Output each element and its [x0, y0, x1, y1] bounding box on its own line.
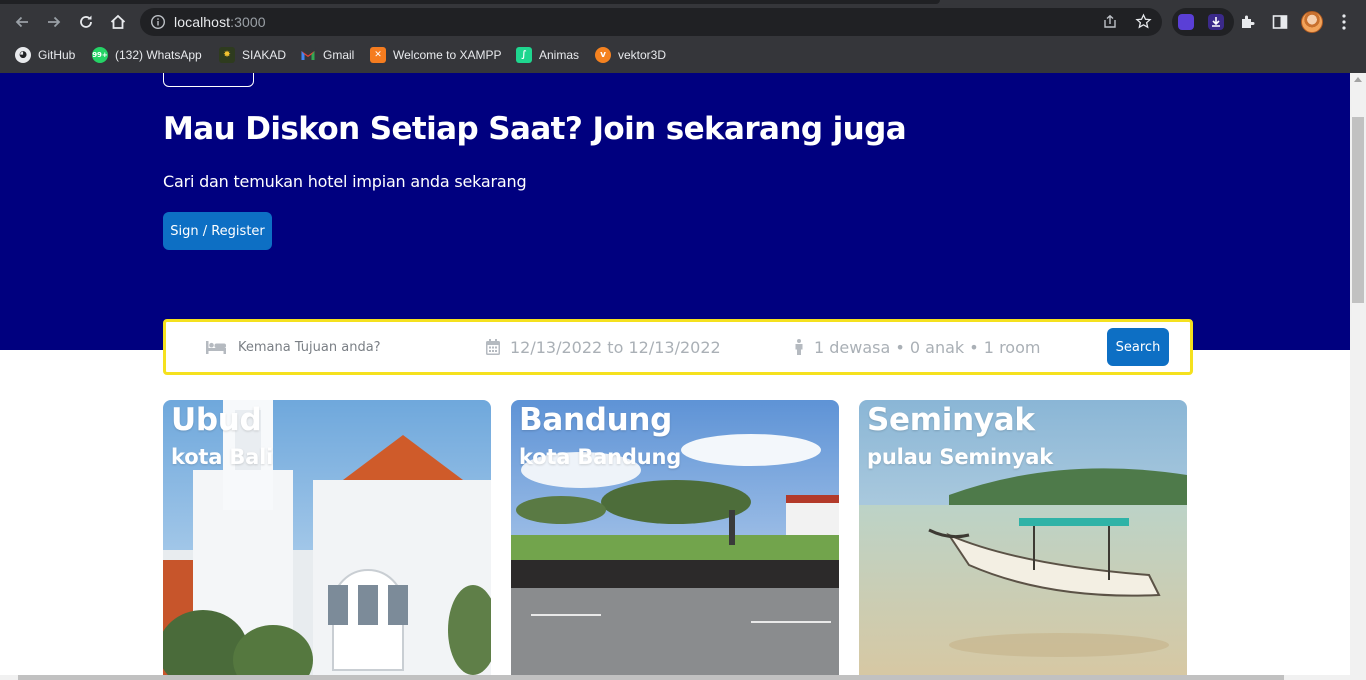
- search-button[interactable]: Search: [1107, 328, 1169, 366]
- bookmark-star-icon[interactable]: [1135, 13, 1152, 30]
- arrow-left-icon: [15, 16, 28, 28]
- card-title: Ubud: [171, 402, 262, 438]
- bookmark-label: vektor3D: [618, 48, 667, 62]
- reload-button[interactable]: [72, 8, 100, 36]
- home-button[interactable]: [104, 8, 132, 36]
- browser-chrome: localhost:3000 ◕ GitHub 99+ (132) WhatsA…: [0, 0, 1366, 73]
- side-panel-icon[interactable]: [1271, 13, 1289, 31]
- back-button[interactable]: [8, 8, 36, 36]
- bookmark-label: Gmail: [323, 48, 355, 62]
- bookmark-whatsapp[interactable]: 99+ (132) WhatsApp: [92, 46, 202, 64]
- ubud-image: [163, 400, 491, 675]
- vektor3d-icon: v: [595, 47, 611, 63]
- date-range-field[interactable]: 12/13/2022 to 12/13/2022: [486, 322, 721, 372]
- destination-placeholder: Kemana Tujuan anda?: [238, 339, 381, 355]
- reload-icon: [80, 15, 92, 28]
- profile-avatar[interactable]: [1301, 11, 1323, 33]
- arrow-right-icon: [48, 16, 61, 28]
- card-title: Bandung: [519, 402, 673, 438]
- url-host: localhost: [174, 14, 231, 30]
- more-menu-icon[interactable]: [1340, 13, 1348, 31]
- destination-card-bandung[interactable]: Bandung kota Bandung: [511, 400, 839, 675]
- hero-outline-button[interactable]: [163, 73, 254, 87]
- whatsapp-icon: 99+: [92, 47, 108, 63]
- animas-icon: ∫: [516, 47, 532, 63]
- bookmark-label: (132) WhatsApp: [115, 48, 202, 62]
- puzzle-icon[interactable]: [1239, 13, 1257, 31]
- bookmark-label: GitHub: [38, 48, 76, 62]
- url-port: :3000: [230, 14, 266, 30]
- bookmarks-bar: ◕ GitHub 99+ (132) WhatsApp ✸ SIAKAD Gma…: [0, 42, 1366, 66]
- hotel-search-bar: Kemana Tujuan anda? 12/13/2022 to 12/13/…: [163, 319, 1193, 375]
- horizontal-scrollbar[interactable]: [0, 675, 1366, 680]
- download-extension-icon[interactable]: [1208, 14, 1224, 30]
- sign-register-button[interactable]: Sign / Register: [163, 212, 272, 250]
- page-viewport: Mau Diskon Setiap Saat? Join sekarang ju…: [0, 73, 1350, 675]
- gmail-icon: [300, 47, 316, 63]
- guests-field[interactable]: 1 dewasa • 0 anak • 1 room: [794, 322, 1040, 372]
- seminyak-image: [859, 400, 1187, 675]
- info-icon[interactable]: [150, 14, 166, 30]
- bookmark-siakad[interactable]: ✸ SIAKAD: [219, 46, 286, 64]
- destination-field[interactable]: Kemana Tujuan anda?: [206, 322, 381, 372]
- url-text: localhost:3000: [174, 14, 266, 30]
- hero-title: Mau Diskon Setiap Saat? Join sekarang ju…: [163, 111, 907, 147]
- horizontal-scroll-thumb[interactable]: [18, 675, 1284, 680]
- card-subtitle: kota Bandung: [519, 445, 682, 469]
- extension-purple-icon[interactable]: [1178, 14, 1194, 30]
- destination-card-seminyak[interactable]: Seminyak pulau Seminyak: [859, 400, 1187, 675]
- forward-button[interactable]: [40, 8, 68, 36]
- browser-toolbar: localhost:3000: [0, 6, 1366, 38]
- hero-subtitle: Cari dan temukan hotel impian anda sekar…: [163, 172, 527, 191]
- address-bar[interactable]: localhost:3000: [140, 8, 1162, 36]
- bookmark-vektor3d[interactable]: v vektor3D: [595, 46, 666, 64]
- bookmark-gmail[interactable]: Gmail: [300, 46, 354, 64]
- date-range-text: 12/13/2022 to 12/13/2022: [510, 337, 721, 357]
- bookmark-github[interactable]: ◕ GitHub: [15, 46, 75, 64]
- destination-card-ubud[interactable]: Ubud kota Bali: [163, 400, 491, 675]
- home-icon: [110, 14, 126, 29]
- tab-strip: [0, 0, 940, 4]
- share-icon[interactable]: [1102, 14, 1118, 30]
- calendar-icon: [486, 339, 500, 355]
- xampp-icon: ✕: [370, 47, 386, 63]
- guests-text: 1 dewasa • 0 anak • 1 room: [814, 337, 1041, 357]
- scroll-up-arrow-icon[interactable]: [1354, 77, 1362, 82]
- vertical-scrollbar[interactable]: [1350, 73, 1366, 675]
- bookmark-label: SIAKAD: [242, 48, 287, 62]
- hero-section: Mau Diskon Setiap Saat? Join sekarang ju…: [0, 73, 1350, 350]
- card-subtitle: kota Bali: [171, 445, 274, 469]
- siakad-icon: ✸: [219, 47, 235, 63]
- vertical-scroll-thumb[interactable]: [1352, 117, 1364, 303]
- download-icon: [1212, 17, 1220, 27]
- card-subtitle: pulau Seminyak: [867, 445, 1054, 469]
- card-title: Seminyak: [867, 402, 1035, 438]
- extensions-group: [1172, 8, 1234, 36]
- bookmark-animas[interactable]: ∫ Animas: [516, 46, 579, 64]
- bookmark-xampp[interactable]: ✕ Welcome to XAMPP: [370, 46, 501, 64]
- bookmark-label: Animas: [539, 48, 580, 62]
- bookmark-label: Welcome to XAMPP: [393, 48, 502, 62]
- github-icon: ◕: [15, 47, 31, 63]
- person-icon: [795, 339, 803, 355]
- bandung-image: [511, 400, 839, 675]
- bed-icon: [206, 341, 226, 354]
